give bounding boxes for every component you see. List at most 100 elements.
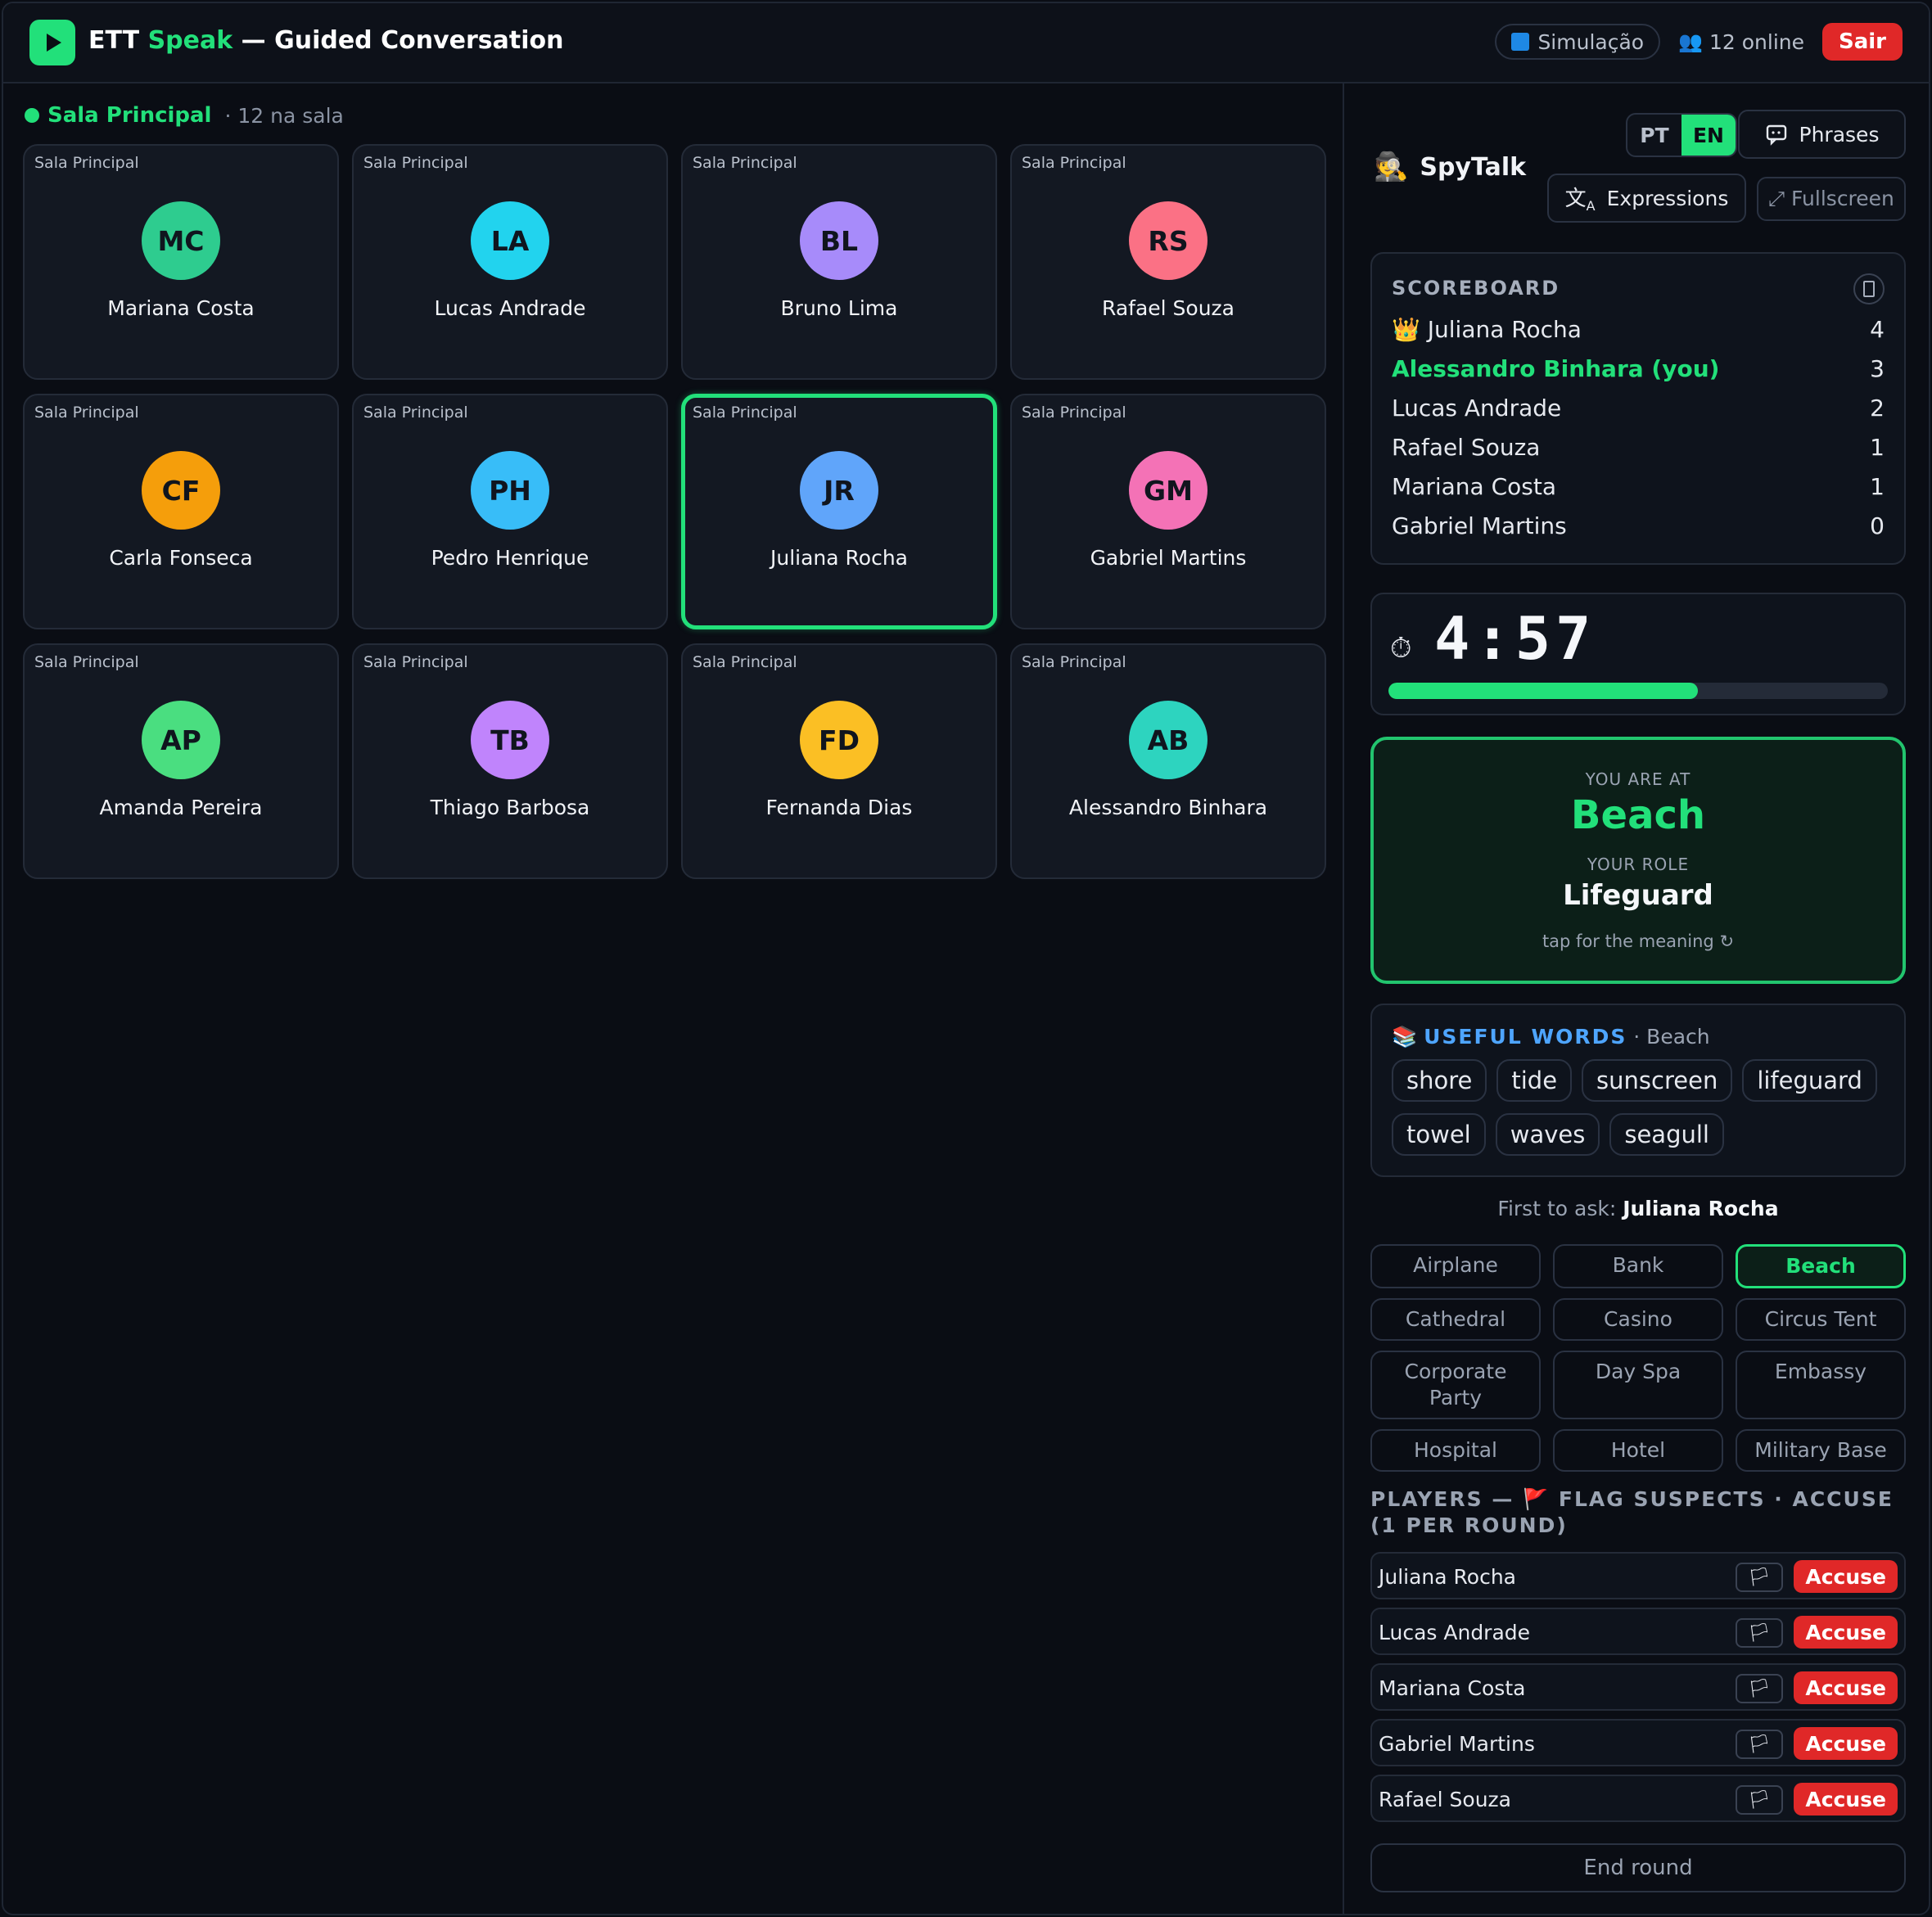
participant-tile[interactable]: Sala Principal GM Gabriel Martins: [1010, 394, 1326, 629]
expressions-button[interactable]: 文A Expressions: [1547, 174, 1746, 223]
location-option[interactable]: Military Base: [1736, 1429, 1906, 1472]
word-chip[interactable]: sunscreen: [1582, 1059, 1733, 1102]
flag-icon[interactable]: 🏳: [1736, 1674, 1783, 1703]
useful-words-panel: 📚 USEFUL WORDS · Beach shore tide sunscree…: [1370, 1004, 1906, 1177]
tile-room-label: Sala Principal: [693, 653, 797, 671]
participant-tile[interactable]: Sala Principal PH Pedro Henrique: [352, 394, 668, 629]
fullscreen-button[interactable]: ⤢ Fullscreen: [1757, 177, 1906, 221]
location-option[interactable]: Cathedral: [1370, 1298, 1541, 1341]
participant-grid: Sala Principal MC Mariana Costa Sala Princi…: [23, 144, 1326, 879]
location-option[interactable]: Airplane: [1370, 1244, 1541, 1288]
chat-bubble-icon: [1766, 124, 1786, 146]
player-row: Lucas Andrade 🏳 Accuse: [1370, 1608, 1906, 1655]
flag-icon[interactable]: 🏳: [1736, 1730, 1783, 1759]
location-option[interactable]: Embassy: [1736, 1351, 1906, 1419]
tile-room-label: Sala Principal: [34, 154, 139, 172]
players-title: PLAYERS — 🚩 FLAG SUSPECTS · ACCUSE (1 PE…: [1370, 1487, 1894, 1537]
word-chip[interactable]: lifeguard: [1742, 1059, 1877, 1102]
participant-tile[interactable]: Sala Principal CF Carla Fonseca: [23, 394, 339, 629]
score-row: Rafael Souza 1: [1392, 431, 1885, 463]
participant-tile[interactable]: Sala Principal JR Juliana Rocha: [681, 394, 997, 629]
role-name: Lifeguard: [1563, 879, 1713, 912]
location-option[interactable]: Bank: [1553, 1244, 1723, 1288]
participant-tile[interactable]: Sala Principal FD Fernanda Dias: [681, 643, 997, 879]
avatar: FD: [800, 701, 878, 779]
word-chip[interactable]: waves: [1495, 1113, 1600, 1156]
lang-en-option[interactable]: EN: [1681, 115, 1736, 156]
exit-button[interactable]: Sair: [1821, 23, 1903, 61]
word-chips: shore tide sunscreen lifeguard towel waves sea…: [1392, 1059, 1888, 1156]
word-chip[interactable]: shore: [1392, 1059, 1487, 1102]
location-option[interactable]: Circus Tent: [1736, 1298, 1906, 1341]
avatar: CF: [142, 451, 220, 530]
tile-room-label: Sala Principal: [363, 154, 468, 172]
avatar: JR: [800, 451, 878, 530]
users-icon: 👥: [1678, 30, 1703, 53]
participant-tile[interactable]: Sala Principal AP Amanda Pereira: [23, 643, 339, 879]
tile-room-label: Sala Principal: [363, 404, 468, 422]
participant-tile[interactable]: Sala Principal MC Mariana Costa: [23, 144, 339, 380]
useful-words-title: 📚 USEFUL WORDS · Beach: [1392, 1025, 1710, 1049]
score-value: 4: [1870, 315, 1885, 343]
avatar: AP: [142, 701, 220, 779]
phrases-button[interactable]: Phrases: [1738, 110, 1906, 159]
app-window: ETT Speak — Guided Conversation Simulaçã…: [2, 2, 1930, 1915]
player-row: Gabriel Martins 🏳 Accuse: [1370, 1719, 1906, 1766]
room-indicator: Sala Principal · 12 na sala: [25, 103, 344, 128]
game-panel: 🕵️ SpyTalk PT EN Phrases 文A Expressions …: [1344, 83, 1929, 1914]
round-timer: ⏱ 4:57: [1370, 593, 1906, 715]
score-value: 3: [1870, 354, 1885, 382]
simulation-badge[interactable]: Simulação: [1495, 24, 1661, 60]
accuse-button[interactable]: Accuse: [1794, 1671, 1898, 1704]
score-value: 1: [1870, 433, 1885, 461]
accuse-button[interactable]: Accuse: [1794, 1783, 1898, 1816]
accuse-button[interactable]: Accuse: [1794, 1727, 1898, 1760]
flag-icon[interactable]: 🏳: [1736, 1563, 1783, 1592]
first-to-ask: First to ask: Juliana Rocha: [1497, 1197, 1779, 1220]
top-bar: ETT Speak — Guided Conversation Simulaçã…: [3, 3, 1929, 83]
avatar: AB: [1129, 701, 1208, 779]
tile-room-label: Sala Principal: [34, 404, 139, 422]
language-toggle[interactable]: PT EN: [1626, 113, 1737, 157]
location-option[interactable]: Casino: [1553, 1298, 1723, 1341]
participant-tile[interactable]: Sala Principal BL Bruno Lima: [681, 144, 997, 380]
word-chip[interactable]: towel: [1392, 1113, 1486, 1156]
player-row: Rafael Souza 🏳 Accuse: [1370, 1775, 1906, 1822]
location-options: Airplane Bank Beach Cathedral Casino Circus T…: [1370, 1244, 1906, 1472]
flag-icon[interactable]: 🏳: [1736, 1618, 1783, 1648]
participant-tile[interactable]: Sala Principal TB Thiago Barbosa: [352, 643, 668, 879]
role-label: YOUR ROLE: [1587, 855, 1690, 874]
location-option[interactable]: Hotel: [1553, 1429, 1723, 1472]
avatar: LA: [471, 201, 549, 280]
accuse-button[interactable]: Accuse: [1794, 1560, 1898, 1593]
tile-room-label: Sala Principal: [693, 404, 797, 422]
room-count: · 12 na sala: [224, 103, 344, 128]
location-option[interactable]: Day Spa: [1553, 1351, 1723, 1419]
word-chip[interactable]: seagull: [1609, 1113, 1724, 1156]
location-option[interactable]: Hospital: [1370, 1429, 1541, 1472]
live-dot-icon: [25, 108, 39, 123]
end-round-button[interactable]: End round: [1370, 1843, 1906, 1892]
participant-name: Alessandro Binhara: [1068, 796, 1268, 819]
score-player-name: Mariana Costa: [1392, 472, 1556, 500]
secret-location-card[interactable]: YOU ARE AT Beach YOUR ROLE Lifeguard tap…: [1370, 737, 1906, 984]
participant-name: Bruno Lima: [780, 296, 898, 320]
location-name: Beach: [1570, 792, 1706, 838]
location-option[interactable]: Beach: [1736, 1244, 1906, 1288]
flag-icon[interactable]: 🏳: [1736, 1785, 1783, 1815]
accuse-button[interactable]: Accuse: [1794, 1616, 1898, 1649]
participant-tile[interactable]: Sala Principal RS Rafael Souza: [1010, 144, 1326, 380]
word-chip[interactable]: tide: [1496, 1059, 1573, 1102]
participant-name: Rafael Souza: [1102, 296, 1235, 320]
phone-icon[interactable]: [1853, 273, 1885, 304]
participant-name: Gabriel Martins: [1090, 546, 1247, 570]
avatar: PH: [471, 451, 549, 530]
location-option[interactable]: Corporate Party: [1370, 1351, 1541, 1419]
online-count: 👥 12 online: [1678, 29, 1804, 54]
score-row: 👑 Juliana Rocha 4: [1392, 313, 1885, 345]
participant-name: Amanda Pereira: [99, 796, 263, 819]
lang-pt-option[interactable]: PT: [1627, 115, 1681, 156]
participant-tile[interactable]: Sala Principal LA Lucas Andrade: [352, 144, 668, 380]
participant-name: Juliana Rocha: [770, 546, 908, 570]
participant-tile[interactable]: Sala Principal AB Alessandro Binhara: [1010, 643, 1326, 879]
